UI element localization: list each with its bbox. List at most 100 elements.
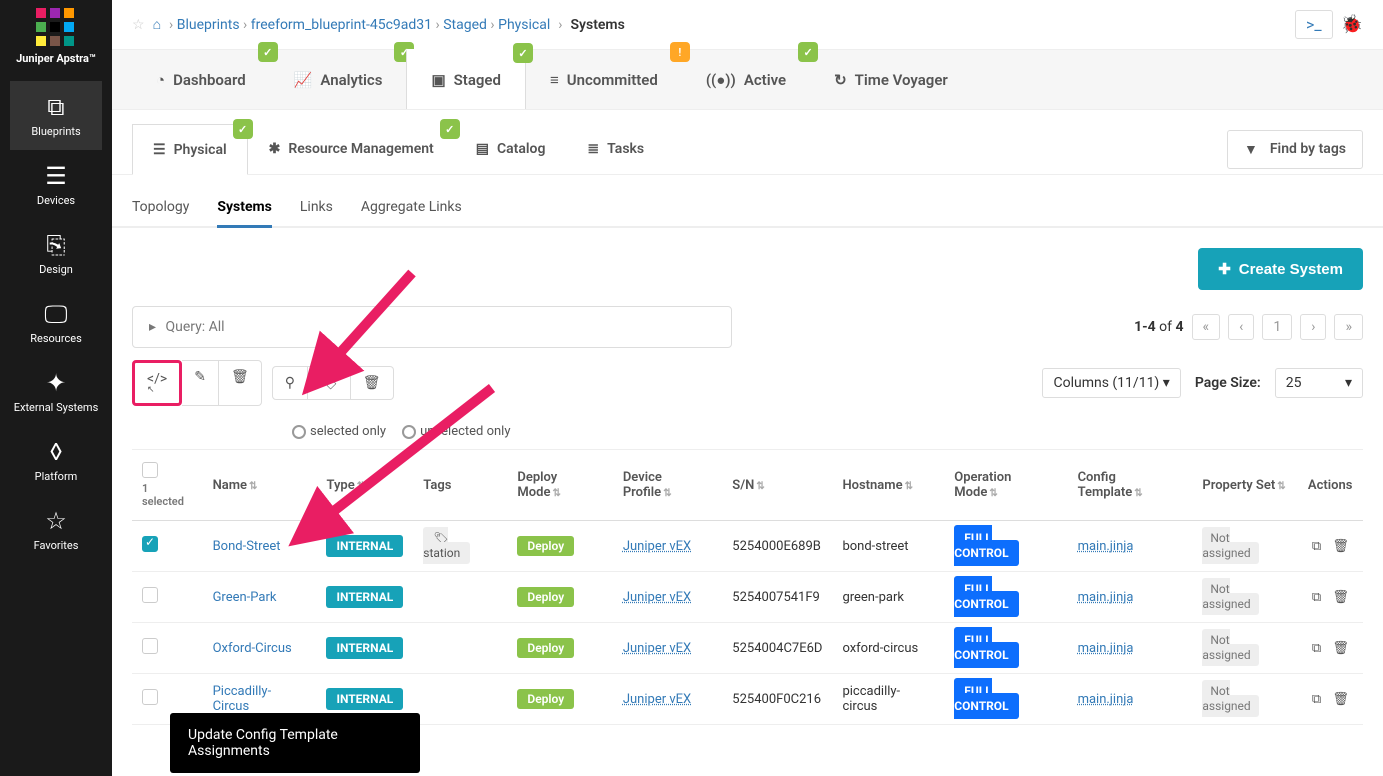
pager-prev[interactable]: ‹ xyxy=(1228,314,1254,340)
col-deploy-mode[interactable]: Deploy Mode⇅ xyxy=(507,450,612,521)
config-template-link[interactable]: main.jinja xyxy=(1078,539,1134,554)
sidebar-item-resources[interactable]: 🖵Resources xyxy=(10,288,103,357)
delete-row-button[interactable]: 🗑 xyxy=(1328,641,1353,656)
sub-tabs: ✓☰Physical✓✱Resource Management▤Catalog≣… xyxy=(112,110,1383,175)
delete-row-button[interactable]: 🗑 xyxy=(1328,590,1353,605)
bug-icon[interactable]: 🐞 xyxy=(1341,14,1363,35)
col-s-n[interactable]: S/N⇅ xyxy=(722,450,832,521)
sort-icon[interactable]: ⇅ xyxy=(756,481,764,492)
row-checkbox[interactable] xyxy=(142,689,158,705)
clone-button[interactable]: ⧉ xyxy=(1308,692,1325,707)
pager-cur[interactable]: 1 xyxy=(1262,314,1292,340)
col-name[interactable]: Name⇅ xyxy=(203,450,317,521)
tertab-links[interactable]: Links xyxy=(300,189,333,226)
system-name-link[interactable]: Bond-Street xyxy=(213,539,281,554)
device-profile-link[interactable]: Juniper vEX xyxy=(623,590,691,605)
system-name-link[interactable]: Green-Park xyxy=(213,590,277,605)
col-label: Operation Mode xyxy=(954,470,1011,500)
sort-icon[interactable]: ⇅ xyxy=(989,488,997,499)
tab-label: Staged xyxy=(454,71,501,89)
col-hostname[interactable]: Hostname⇅ xyxy=(832,450,944,521)
delete-row-button[interactable]: 🗑 xyxy=(1328,539,1353,554)
chevron-down-icon: ▾ xyxy=(1163,375,1170,391)
sidebar-item-platform[interactable]: ◊Platform xyxy=(10,426,103,495)
tertab-aggregate-links[interactable]: Aggregate Links xyxy=(361,189,462,226)
delete-button[interactable]: 🗑 xyxy=(219,360,262,406)
clone-button[interactable]: ⧉ xyxy=(1308,641,1325,656)
breadcrumb-link[interactable]: Staged xyxy=(443,17,487,33)
select-all-checkbox[interactable] xyxy=(142,462,158,478)
sort-icon[interactable]: ⇅ xyxy=(249,481,257,492)
sidebar-item-devices[interactable]: ☰Devices xyxy=(10,150,103,219)
subtab-tasks[interactable]: ≣Tasks xyxy=(566,124,665,174)
hostname-cell: bond-street xyxy=(832,521,944,572)
sidebar-item-external-systems[interactable]: ✦External Systems xyxy=(10,357,103,426)
sidebar-item-blueprints[interactable]: ⧉Blueprints xyxy=(10,81,103,150)
sort-icon[interactable]: ⇅ xyxy=(663,488,671,499)
breadcrumb-link[interactable]: Physical xyxy=(498,17,550,33)
system-name-link[interactable]: Piccadilly-Circus xyxy=(213,684,272,714)
breadcrumb-link[interactable]: Blueprints xyxy=(177,17,240,33)
tab-time-voyager[interactable]: ↻Time Voyager xyxy=(810,50,972,109)
device-profile-link[interactable]: Juniper vEX xyxy=(623,539,691,554)
find-by-tags-button[interactable]: ▼ Find by tags xyxy=(1227,130,1363,169)
col-actions[interactable]: Actions xyxy=(1298,450,1363,521)
property-set-badge: Not assigned xyxy=(1202,680,1258,717)
tab-label: Time Voyager xyxy=(855,71,948,89)
favorite-star-icon[interactable]: ☆ xyxy=(132,17,145,33)
annotation-arrow-1 xyxy=(312,273,432,397)
col-label: Hostname xyxy=(842,478,902,493)
nav-label: Resources xyxy=(30,332,82,345)
subtab-catalog[interactable]: ▤Catalog xyxy=(455,124,567,174)
terminal-button[interactable]: >_ xyxy=(1295,10,1333,39)
tertab-topology[interactable]: Topology xyxy=(132,189,189,226)
nav-label: Devices xyxy=(37,194,75,207)
create-system-button[interactable]: ✚ Create System xyxy=(1198,248,1363,290)
columns-label: Columns (11/11) xyxy=(1053,375,1159,391)
config-template-link[interactable]: main.jinja xyxy=(1078,641,1134,656)
tab-staged[interactable]: ✓▣Staged xyxy=(406,49,526,109)
home-icon[interactable]: ⌂ xyxy=(153,16,161,33)
sidebar-item-design[interactable]: ⎘Design xyxy=(10,219,103,288)
pager-next[interactable]: › xyxy=(1300,314,1326,340)
tab-analytics[interactable]: ✓📈Analytics xyxy=(270,50,407,109)
tab-active[interactable]: ✓((●))Active xyxy=(682,50,810,109)
subtab-resource-management[interactable]: ✓✱Resource Management xyxy=(248,124,455,174)
col-device-profile[interactable]: Device Profile⇅ xyxy=(613,450,722,521)
clone-button[interactable]: ⧉ xyxy=(1308,539,1325,554)
col-operation-mode[interactable]: Operation Mode⇅ xyxy=(944,450,1067,521)
pager-last[interactable]: » xyxy=(1334,314,1363,340)
sn-cell: 5254000E689B xyxy=(722,521,832,572)
config-template-link[interactable]: main.jinja xyxy=(1078,590,1134,605)
row-checkbox[interactable] xyxy=(142,536,158,552)
col-config-template[interactable]: Config Template⇅ xyxy=(1068,450,1193,521)
subtab-icon: ▤ xyxy=(476,141,489,157)
breadcrumb-link[interactable]: freeform_blueprint-45c9ad31 xyxy=(251,17,432,33)
pagesize-selector[interactable]: 25 ▾ xyxy=(1275,368,1363,398)
sort-icon[interactable]: ⇅ xyxy=(1277,481,1285,492)
config-template-link[interactable]: main.jinja xyxy=(1078,692,1134,707)
sort-icon[interactable]: ⇅ xyxy=(1134,488,1142,499)
tertab-systems[interactable]: Systems xyxy=(217,189,271,228)
subtab-physical[interactable]: ✓☰Physical xyxy=(132,124,248,175)
sort-icon[interactable]: ⇅ xyxy=(905,481,913,492)
tab-dashboard[interactable]: ✓◔Dashboard xyxy=(132,50,270,109)
sort-icon[interactable]: ⇅ xyxy=(552,488,560,499)
update-config-template-button[interactable]: </> ↖ xyxy=(132,360,182,406)
delete-row-button[interactable]: 🗑 xyxy=(1328,692,1353,707)
sidebar-item-favorites[interactable]: ☆Favorites xyxy=(10,495,103,564)
device-profile-link[interactable]: Juniper vEX xyxy=(623,692,691,707)
row-checkbox[interactable] xyxy=(142,638,158,654)
device-profile-link[interactable]: Juniper vEX xyxy=(623,641,691,656)
tab-uncommitted[interactable]: !≡Uncommitted xyxy=(526,50,682,109)
clone-button[interactable]: ⧉ xyxy=(1308,590,1325,605)
edit-button[interactable]: ✎ xyxy=(182,360,219,406)
col-property-set[interactable]: Property Set⇅ xyxy=(1192,450,1298,521)
system-name-link[interactable]: Oxford-Circus xyxy=(213,641,292,656)
pager-first[interactable]: « xyxy=(1192,314,1221,340)
query-expand[interactable]: ▸ Query: All xyxy=(132,306,732,348)
trash-icon: 🗑 xyxy=(231,369,249,385)
edit-icon: ✎ xyxy=(194,369,206,385)
row-checkbox[interactable] xyxy=(142,587,158,603)
columns-selector[interactable]: Columns (11/11) ▾ xyxy=(1042,368,1180,398)
